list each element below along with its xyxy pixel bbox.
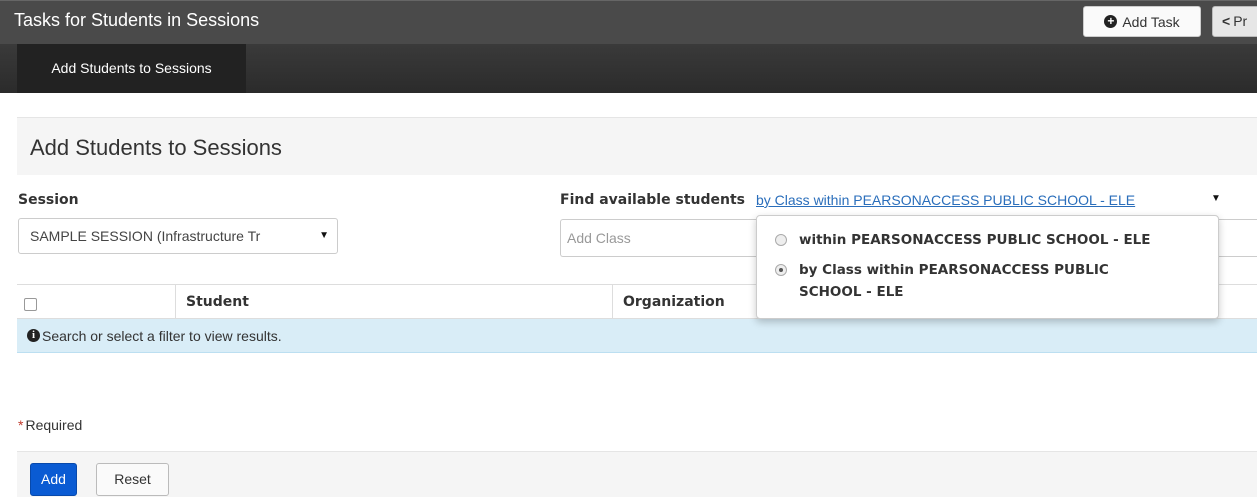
reset-button[interactable]: Reset [96, 463, 169, 496]
tab-add-students-to-sessions[interactable]: Add Students to Sessions [17, 44, 246, 93]
sub-navigation: Add Students to Sessions [0, 44, 1257, 93]
add-task-label: Add Task [1122, 13, 1180, 30]
column-header-student[interactable]: Student [186, 294, 249, 310]
empty-results-row: i Search or select a filter to view resu… [17, 319, 1257, 353]
top-bar: Tasks for Students in Sessions + Add Tas… [0, 0, 1257, 44]
session-select[interactable]: SAMPLE SESSION (Infrastructure Tr ▼ [18, 218, 338, 254]
info-circle-icon: i [27, 329, 40, 342]
session-select-value: SAMPLE SESSION (Infrastructure Tr [30, 228, 261, 244]
previous-button[interactable]: < Pr [1212, 6, 1257, 37]
option-within-school-label: within PEARSONACCESS PUBLIC SCHOOL - ELE [799, 232, 1151, 248]
add-button[interactable]: Add [30, 463, 77, 496]
radio-by-class[interactable] [775, 264, 787, 276]
filter-mode-link[interactable]: by Class within PEARSONACCESS PUBLIC SCH… [756, 192, 1135, 208]
caret-down-icon: ▼ [319, 230, 329, 241]
radio-within-school[interactable] [775, 234, 787, 246]
required-text: Required [25, 417, 83, 433]
plus-circle-icon: + [1104, 15, 1118, 28]
caret-down-icon[interactable]: ▼ [1211, 193, 1221, 204]
form-footer: Add Reset [17, 451, 1257, 497]
column-divider [175, 285, 176, 319]
column-divider [612, 285, 613, 319]
page-title: Tasks for Students in Sessions [14, 10, 260, 30]
column-header-organization[interactable]: Organization [623, 294, 725, 310]
required-note: * Required [18, 417, 82, 433]
chevron-left-icon: < [1222, 13, 1231, 29]
empty-results-message: Search or select a filter to view result… [42, 328, 282, 344]
find-students-label: Find available students [560, 192, 745, 208]
option-by-class-label-line2: SCHOOL - ELE [799, 284, 904, 300]
select-all-checkbox[interactable] [24, 298, 37, 311]
filter-mode-dropdown: within PEARSONACCESS PUBLIC SCHOOL - ELE… [756, 215, 1219, 319]
panel-header: Add Students to Sessions [17, 117, 1257, 175]
previous-label: Pr [1233, 13, 1248, 29]
required-asterisk: * [18, 417, 24, 433]
option-by-class-label-line1: by Class within PEARSONACCESS PUBLIC [799, 262, 1109, 278]
panel-title: Add Students to Sessions [30, 135, 282, 160]
session-label: Session [18, 192, 79, 208]
add-task-button[interactable]: + Add Task [1083, 6, 1201, 37]
